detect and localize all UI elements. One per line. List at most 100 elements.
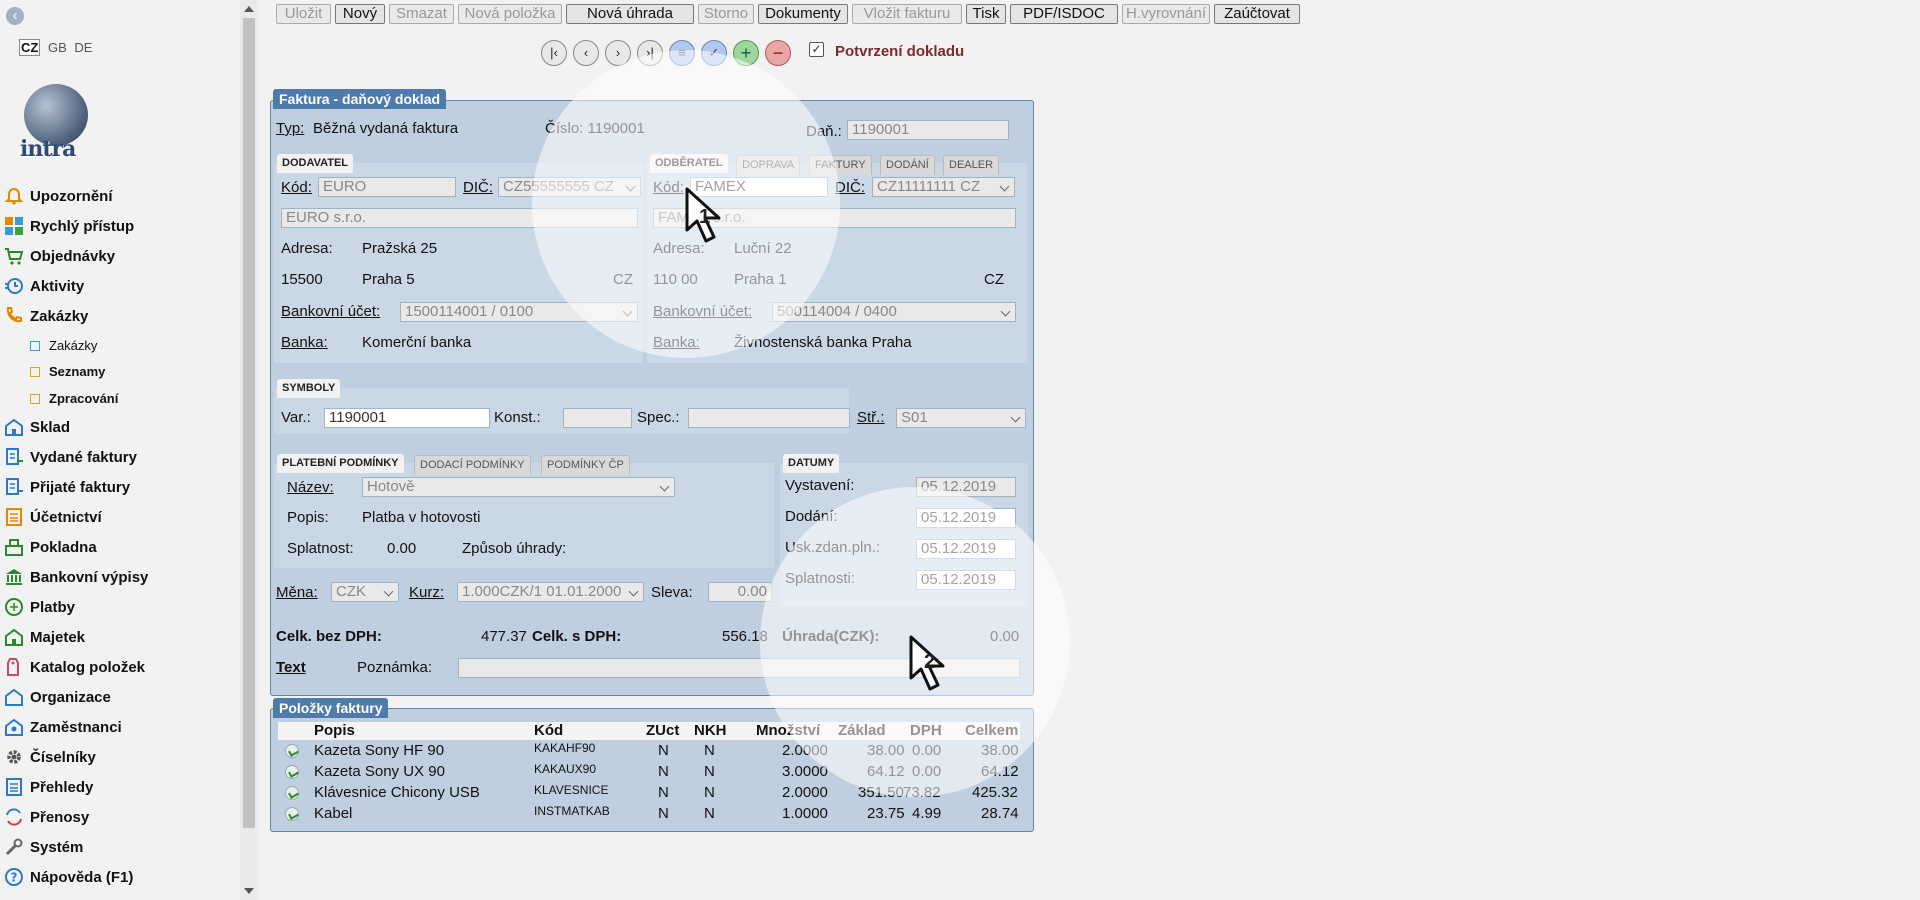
kurz-label[interactable]: Kurz: [409,584,444,601]
scroll-up-icon[interactable] [244,6,254,12]
nazev-label[interactable]: Název: [287,479,334,496]
sidebar-item-zamestnanci[interactable]: Zaměstnanci [0,712,240,742]
row-edit-icon[interactable] [285,786,299,800]
tab-faktury[interactable]: FAKTURY [809,155,872,175]
dodavatel-kod-label[interactable]: Kód: [281,179,312,196]
table-row[interactable]: Kazeta Sony UX 90 KAKAUX90 N N 3.0000 64… [278,761,1020,782]
sidebar-item-objednavky[interactable]: Objednávky [0,241,240,271]
stredisko-select[interactable]: S01 [896,408,1026,428]
dodavatel-dic-select[interactable]: CZ55555555 CZ [498,177,641,197]
usk-zdan-pln-input[interactable]: 05.12.2019 [916,539,1016,559]
scrollbar-thumb[interactable] [243,18,255,828]
tab-dodani[interactable]: DODÁNÍ [880,155,935,175]
documents-button[interactable]: Dokumenty [758,4,848,24]
tab-dealer[interactable]: DEALER [943,155,1000,175]
spec-symbol-input[interactable] [688,408,850,428]
dodavatel-ucet-label[interactable]: Bankovní účet: [281,303,380,320]
sidebar-item-platby[interactable]: Platby [0,592,240,622]
dodavatel-ucet-select[interactable]: 1500114001 / 0100 [400,302,638,322]
row-edit-icon[interactable] [285,744,299,758]
scroll-down-icon[interactable] [244,888,254,894]
storno-button[interactable]: Storno [698,4,754,24]
dodavatel-banka-label[interactable]: Banka: [281,334,328,351]
col-zuct[interactable]: ZUct [646,722,679,740]
col-zaklad[interactable]: Základ [838,722,886,740]
stredisko-label[interactable]: Stř.: [857,409,885,426]
sleva-input[interactable]: 0.00 [708,582,772,602]
sidebar-item-system[interactable]: Systém [0,832,240,862]
sidebar-subitem-zpracovani[interactable]: Zpracování [0,385,240,411]
new-payment-button[interactable]: Nová úhrada [566,4,694,24]
first-record-button[interactable]: |‹ [541,40,567,66]
kurz-select[interactable]: 1.000CZK/1 01.01.2000 [457,582,644,602]
sidebar-subitem-zakazky[interactable]: Zakázky [0,332,240,358]
col-kod[interactable]: Kód [534,722,563,740]
sidebar-item-katalog-polozek[interactable]: Katalog položek [0,652,240,682]
next-record-button[interactable]: › [605,40,631,66]
mena-select[interactable]: CZK [331,582,399,602]
insert-invoice-button[interactable]: Vložit fakturu [852,4,962,24]
dodavatel-kod-input[interactable]: EURO [318,177,456,197]
sidebar-item-aktivity[interactable]: Aktivity [0,271,240,301]
collapse-sidebar-icon[interactable]: ‹ [6,7,24,25]
nazev-select[interactable]: Hotově [362,477,675,497]
mena-label[interactable]: Měna: [276,584,318,601]
sidebar-item-prijate-faktury[interactable]: Přijaté faktury [0,472,240,502]
remove-button[interactable]: − [765,40,791,66]
table-row[interactable]: Kabel INSTMATKAB N N 1.0000 23.75 4.99 2… [278,803,1020,824]
confirm-document-checkbox[interactable]: ✓ [809,42,824,57]
tab-dodaci-podminky[interactable]: DODACÍ PODMÍNKY [414,455,531,475]
tab-podminky-cp[interactable]: PODMÍNKY ČP [541,455,630,475]
dodavatel-dic-label[interactable]: DIČ: [463,179,493,196]
pdf-isdoc-button[interactable]: PDF/ISDOC [1010,4,1118,24]
sidebar-item-prenosy[interactable]: Přenosy [0,802,240,832]
text-link[interactable]: Text [276,659,306,676]
zauctovat-button[interactable]: Zaúčtovat [1214,4,1300,24]
splatnosti-input[interactable]: 05.12.2019 [916,570,1016,590]
odberatel-kod-label[interactable]: Kód: [653,179,684,196]
last-record-button[interactable]: ›| [637,40,663,66]
delete-button[interactable]: Smazat [389,4,454,24]
sidebar-item-upozorneni[interactable]: Upozornění [0,181,240,211]
confirm-button[interactable]: ✓ [701,40,727,66]
table-row[interactable]: Kazeta Sony HF 90 KAKAHF90 N N 2.0000 38… [278,740,1020,761]
dodani-input[interactable]: 05.12.2019 [916,508,1016,528]
tab-odberatel[interactable]: ODBĚRATEL [650,154,728,173]
konst-symbol-input[interactable] [563,408,632,428]
sidebar-item-bankovni-vypisy[interactable]: Bankovní výpisy [0,562,240,592]
odberatel-ucet-label[interactable]: Bankovní účet: [653,303,752,320]
tab-doprava[interactable]: DOPRAVA [736,155,801,175]
var-symbol-input[interactable]: 1190001 [324,408,490,428]
sidebar-item-majetek[interactable]: Majetek [0,622,240,652]
vystaveni-input[interactable]: 05.12.2019 [916,477,1016,497]
lang-de[interactable]: DE [74,40,92,55]
sidebar-subitem-seznamy[interactable]: Seznamy [0,358,240,384]
lang-cz[interactable]: CZ [19,39,41,56]
col-mnozstvi[interactable]: Množství [756,722,820,740]
prev-record-button[interactable]: ‹ [573,40,599,66]
dan-input[interactable]: 1190001 [847,120,1009,140]
table-row[interactable]: Klávesnice Chicony USB KLAVESNICE N N 2.… [278,782,1020,803]
sidebar-item-zakazky[interactable]: Zakázky [0,301,240,331]
col-popis[interactable]: Popis [314,722,355,740]
print-button[interactable]: Tisk [966,4,1006,24]
sidebar-scrollbar[interactable] [240,0,258,900]
new-item-button[interactable]: Nová položka [458,4,562,24]
col-nkh[interactable]: NKH [694,722,727,740]
typ-label[interactable]: Typ: [276,120,304,137]
new-button[interactable]: Nový [335,4,385,24]
sidebar-item-sklad[interactable]: Sklad [0,412,240,442]
odberatel-dic-label[interactable]: DIČ: [835,179,865,196]
odberatel-dic-select[interactable]: CZ11111111 CZ [872,177,1015,197]
add-button[interactable]: + [733,40,759,66]
sidebar-item-ciselniky[interactable]: Číselníky [0,742,240,772]
sidebar-item-vydane-faktury[interactable]: Vydané faktury [0,442,240,472]
lang-gb[interactable]: GB [48,40,67,55]
odberatel-ucet-select[interactable]: 500114004 / 0400 [772,302,1016,322]
col-celkem[interactable]: Celkem [965,722,1018,740]
odberatel-kod-input[interactable]: FAMEX [690,177,828,197]
row-edit-icon[interactable] [285,765,299,779]
h-vyrovnani-button[interactable]: H.vyrovnání [1122,4,1210,24]
sidebar-item-pokladna[interactable]: Pokladna [0,532,240,562]
col-dph[interactable]: DPH [910,722,942,740]
